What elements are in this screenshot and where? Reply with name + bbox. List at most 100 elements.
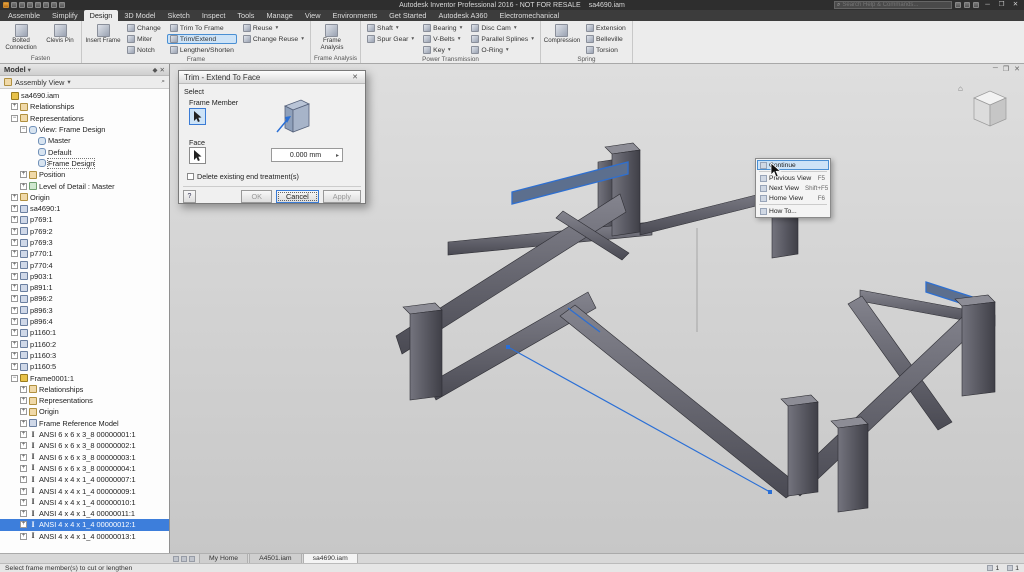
offset-value[interactable]: 0.000 mm [275, 152, 336, 159]
miter-button[interactable]: Miter [124, 34, 164, 44]
open-icon[interactable] [19, 2, 25, 8]
sign-in-icon[interactable] [955, 2, 961, 8]
extension-button[interactable]: Extension [583, 23, 629, 33]
tree-item-ansi-4-x-4-x-1-4-00000013-1[interactable]: + I ANSI 4 x 4 x 1_4 00000013:1 [0, 531, 169, 542]
tree-expander-icon[interactable]: + [20, 510, 27, 518]
tree-expander-icon[interactable]: + [11, 205, 18, 213]
key-button[interactable]: Key ▾ [420, 45, 465, 55]
tree-expander-icon[interactable]: + [20, 408, 27, 416]
help-icon[interactable] [973, 2, 979, 8]
ribbon-tab-simplify[interactable]: Simplify [46, 10, 84, 21]
tree-item-origin[interactable]: + Origin [0, 192, 169, 203]
torsion-button[interactable]: Torsion [583, 45, 629, 55]
ok-button[interactable]: OK [241, 190, 273, 203]
close-button[interactable]: ✕ [1010, 1, 1021, 9]
tree-item-frame-reference-model[interactable]: + Frame Reference Model [0, 418, 169, 429]
panel-label-power-transmission[interactable]: Power Transmission [364, 55, 537, 64]
frame-member-select-button[interactable] [189, 108, 206, 125]
undo-icon[interactable] [35, 2, 41, 8]
tree-item-p896-2[interactable]: + p896:2 [0, 293, 169, 304]
context-menu-item-how-to[interactable]: How To... [757, 206, 829, 216]
ribbon-tab-sketch[interactable]: Sketch [162, 10, 196, 21]
print-icon[interactable] [51, 2, 57, 8]
tree-expander-icon[interactable]: + [11, 103, 18, 111]
document-tab-sa4690-iam[interactable]: sa4690.iam [302, 553, 358, 563]
tree-item-p769-3[interactable]: + p769:3 [0, 237, 169, 248]
document-tab-a4501-iam[interactable]: A4501.iam [249, 553, 302, 563]
tree-item-ansi-4-x-4-x-1-4-00000009-1[interactable]: + I ANSI 4 x 4 x 1_4 00000009:1 [0, 485, 169, 496]
tree-item-view-frame-design[interactable]: − View: Frame Design [0, 124, 169, 135]
chevron-down-icon[interactable]: ▾ [28, 66, 31, 74]
parallel-splines-button[interactable]: Parallel Splines ▾ [468, 34, 537, 44]
save-icon[interactable] [27, 2, 33, 8]
frame-member[interactable] [409, 309, 443, 401]
ribbon-tab-design[interactable]: Design [83, 10, 119, 21]
view-selector[interactable]: Assembly View [15, 78, 64, 87]
tree-expander-icon[interactable]: − [11, 374, 18, 382]
frame-member[interactable] [961, 301, 996, 397]
tree-expander-icon[interactable]: + [11, 193, 18, 201]
frame-analysis-button[interactable]: Frame Analysis [314, 22, 350, 51]
tree-item-level-of-detail-master[interactable]: + Level of Detail : Master [0, 180, 169, 191]
bolted-connection-button[interactable]: Bolted Connection [3, 22, 39, 51]
context-menu-item-next-view[interactable]: Next View Shift+F5 [757, 183, 829, 193]
tree-item-relationships[interactable]: + Relationships [0, 101, 169, 112]
tree-expander-icon[interactable]: + [20, 419, 27, 427]
tree-item-p770-1[interactable]: + p770:1 [0, 248, 169, 259]
frame-member[interactable] [559, 304, 802, 499]
tree-item-sa4690-1[interactable]: + sa4690:1 [0, 203, 169, 214]
delete-end-treatment-row[interactable]: Delete existing end treatment(s) [187, 172, 299, 181]
tree-expander-icon[interactable]: + [11, 329, 18, 337]
browser-find-icon[interactable]: ⌕ [161, 78, 165, 86]
tree-item-ansi-4-x-4-x-1-4-00000007-1[interactable]: + I ANSI 4 x 4 x 1_4 00000007:1 [0, 474, 169, 485]
tree-expander-icon[interactable]: + [11, 351, 18, 359]
tree-expander-icon[interactable]: + [11, 272, 18, 280]
search-box[interactable]: ⌕ [834, 1, 952, 9]
tree-expander-icon[interactable]: + [20, 453, 27, 461]
tree-item-p896-3[interactable]: + p896:3 [0, 305, 169, 316]
tree-item-p1160-3[interactable]: + p1160:3 [0, 350, 169, 361]
tree-expander-icon[interactable]: + [20, 521, 27, 529]
change-reuse-button[interactable]: Change Reuse ▾ [240, 34, 307, 44]
tree-expander-icon[interactable]: + [20, 397, 27, 405]
panel-label-fasten[interactable]: Fasten [3, 54, 78, 63]
change-button[interactable]: Change [124, 23, 164, 33]
tree-item-ansi-6-x-6-x-3-8-00000002-1[interactable]: + I ANSI 6 x 6 x 3_8 00000002:1 [0, 440, 169, 451]
tree-item-p903-1[interactable]: + p903:1 [0, 271, 169, 282]
dialog-close-icon[interactable]: ✕ [350, 73, 360, 81]
shaft-button[interactable]: Shaft ▾ [364, 23, 417, 33]
tree-item-p891-1[interactable]: + p891:1 [0, 282, 169, 293]
tree-expander-icon[interactable]: + [20, 182, 27, 190]
tree-expander-icon[interactable]: + [20, 476, 27, 484]
tree-item-origin[interactable]: + Origin [0, 406, 169, 417]
tree-expander-icon[interactable]: + [11, 227, 18, 235]
tree-item-sa4690-iam[interactable]: sa4690.iam [0, 90, 169, 101]
tree-item-p1160-5[interactable]: + p1160:5 [0, 361, 169, 372]
frame-member[interactable] [837, 423, 869, 513]
frame-member[interactable] [787, 401, 819, 497]
pin-icon[interactable]: ◆ [153, 66, 158, 74]
doc-minimize-icon[interactable]: ─ [993, 65, 998, 73]
context-menu-item-continue[interactable]: Continue [757, 160, 829, 170]
dimension-handle[interactable] [768, 490, 772, 494]
document-tab-my-home[interactable]: My Home [199, 553, 249, 563]
view-selector-dropdown-icon[interactable]: ▾ [67, 78, 70, 86]
delete-end-treatment-checkbox[interactable] [187, 173, 194, 180]
offset-stepper-icon[interactable]: ▸ [336, 152, 339, 159]
tree-item-p769-2[interactable]: + p769:2 [0, 226, 169, 237]
tree-item-ansi-4-x-4-x-1-4-00000012-1[interactable]: + I ANSI 4 x 4 x 1_4 00000012:1 [0, 519, 169, 531]
apply-button[interactable]: Apply [322, 190, 361, 203]
offset-input[interactable]: 0.000 mm ▸ [271, 148, 343, 162]
disc-cam-button[interactable]: Disc Cam ▾ [468, 23, 537, 33]
tree-expander-icon[interactable]: + [11, 250, 18, 258]
v-belts-button[interactable]: V-Belts ▾ [420, 34, 465, 44]
tree-item-p770-4[interactable]: + p770:4 [0, 259, 169, 270]
minimize-button[interactable]: ─ [982, 1, 993, 9]
tree-expander-icon[interactable]: + [11, 295, 18, 303]
tree-item-ansi-6-x-6-x-3-8-00000003-1[interactable]: + I ANSI 6 x 6 x 3_8 00000003:1 [0, 452, 169, 463]
tree-expander-icon[interactable]: + [20, 385, 27, 393]
tree-item-representations[interactable]: + Representations [0, 395, 169, 406]
face-select-button[interactable] [189, 147, 206, 164]
tree-expander-icon[interactable]: + [11, 318, 18, 326]
tree-expander-icon[interactable]: + [20, 487, 27, 495]
